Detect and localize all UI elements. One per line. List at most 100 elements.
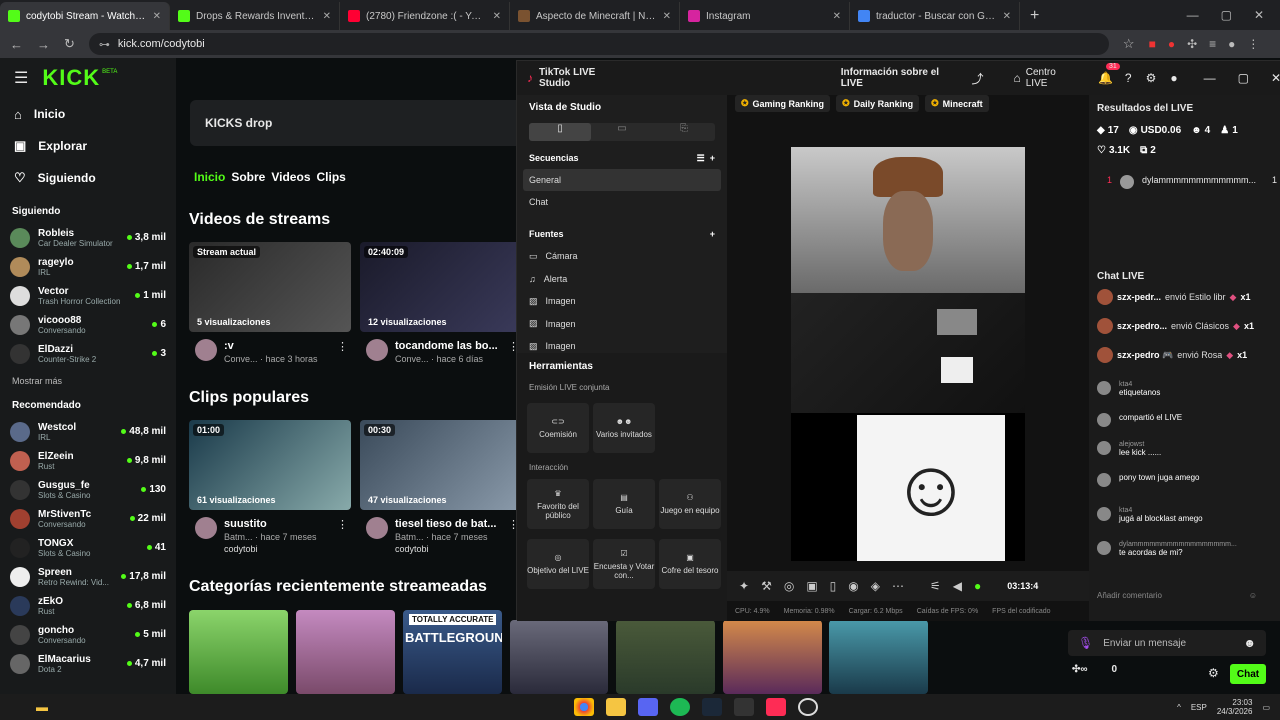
video-title[interactable]: tiesel tieso de bat... (395, 518, 496, 530)
more-icon[interactable]: ⋮ (337, 340, 348, 353)
category-card[interactable] (510, 620, 608, 694)
share-icon[interactable]: ⤴ (971, 70, 983, 87)
sequence-item[interactable]: General (523, 169, 721, 191)
nav-item[interactable]: ⌂ Inicio (0, 98, 176, 130)
video-title[interactable]: suustito (224, 518, 267, 530)
channel-item[interactable]: ElZeein Rust 9,8 mil (0, 446, 176, 475)
tool-button[interactable]: ♛ Favorito del público (527, 479, 589, 529)
extension-icon[interactable]: ■ (1149, 37, 1156, 51)
record-icon[interactable]: ◉ (848, 579, 858, 593)
video-title[interactable]: tocandome las bo... (395, 340, 498, 352)
source-item[interactable]: ▭ Cámara (517, 245, 727, 268)
steam-icon[interactable] (702, 698, 722, 716)
dual-toggle[interactable]: ⎘ (653, 123, 715, 141)
kick-chat-input[interactable]: 🎙 Enviar un mensaje ☻ (1068, 630, 1266, 656)
category-card[interactable] (616, 620, 715, 694)
category-card[interactable] (723, 620, 822, 694)
channel-item[interactable]: ElDazzi Counter-Strike 2 3 (0, 339, 176, 368)
nav-item[interactable]: ♡ Siguiendo (0, 162, 176, 194)
explorer-icon[interactable] (606, 698, 626, 716)
live-info-link[interactable]: Información sobre el LIVE (841, 67, 964, 89)
tool-button[interactable]: ⊂⊃ Coemisión (527, 403, 589, 453)
tool-button[interactable]: ☑ Encuesta y Votar con... (593, 539, 655, 589)
reload-icon[interactable]: ↻ (64, 36, 75, 52)
tool-button[interactable]: ▣ Cofre del tesoro (659, 539, 721, 589)
close-icon[interactable]: ✕ (1254, 8, 1264, 22)
spotify-icon[interactable] (670, 698, 690, 716)
minimize-icon[interactable]: — (1204, 71, 1216, 85)
settings-icon[interactable]: ⚙ (1146, 71, 1157, 85)
video-title[interactable]: :v (224, 340, 234, 352)
ranking-chip[interactable]: ✪ Gaming Ranking (735, 95, 831, 112)
video-thumbnail[interactable]: 00:30 47 visualizaciones (360, 420, 522, 510)
back-icon[interactable]: ← (10, 37, 23, 52)
discord-icon[interactable] (638, 698, 658, 716)
chat-comment[interactable]: kta4 jugá al blocklast amego (1097, 507, 1277, 523)
obs-icon[interactable] (798, 698, 818, 716)
tool-button[interactable]: ▤ Guía (593, 479, 655, 529)
tool-button[interactable]: ◎ Objetivo del LIVE (527, 539, 589, 589)
emoji-icon[interactable]: ☻ (1243, 636, 1256, 650)
filter-icon[interactable]: ◎ (784, 579, 794, 593)
channel-item[interactable]: MrStivenTc Conversando 22 mil (0, 504, 176, 533)
more-icon[interactable]: ⋯ (892, 579, 904, 593)
tab-close-icon[interactable]: ✕ (1003, 11, 1011, 22)
ranking-chip[interactable]: ✪ Daily Ranking (836, 95, 920, 112)
magic-icon[interactable]: ✦ (739, 579, 749, 593)
portrait-toggle[interactable]: ▯ (529, 123, 591, 141)
category-card[interactable] (829, 620, 928, 694)
mic-icon[interactable]: 🎙 (1078, 636, 1093, 650)
studio-view-dropdown[interactable]: Vista de Studio (517, 95, 727, 119)
game-icon[interactable] (734, 698, 754, 716)
sequence-item[interactable]: Chat (517, 191, 727, 213)
mixer-icon[interactable]: ⚟ (930, 579, 941, 593)
more-icon[interactable]: ⋮ (1247, 37, 1259, 51)
channel-item[interactable]: Robleis Car Dealer Simulator 3,8 mil (0, 223, 176, 252)
channel-tab[interactable]: Sobre (231, 170, 265, 184)
video-thumbnail[interactable]: Stream actual 5 visualizaciones (189, 242, 351, 332)
tray-arrow-icon[interactable]: ^ (1177, 703, 1181, 712)
channel-tab[interactable]: Videos (271, 170, 310, 184)
tab-close-icon[interactable]: ✕ (493, 11, 501, 22)
channel-item[interactable]: Gusgus_fe Slots & Casino 130 (0, 475, 176, 504)
chat-send-button[interactable]: Chat (1230, 664, 1266, 684)
more-icon[interactable]: ⋮ (337, 518, 348, 531)
video-author[interactable]: codytobi (395, 544, 429, 554)
top-viewer-row[interactable]: 1 dylammmmmmmmmmmm... 1 (1107, 175, 1277, 189)
language-indicator[interactable]: ESP (1191, 703, 1207, 712)
mic-icon[interactable]: ● (974, 579, 981, 593)
close-icon[interactable]: ✕ (1271, 71, 1280, 85)
chat-comment[interactable]: kta4 etiquetanos (1097, 381, 1277, 397)
help-icon[interactable]: ? (1125, 71, 1132, 85)
landscape-toggle[interactable]: ▭ (591, 123, 653, 141)
kick-logo[interactable]: KICK (42, 65, 100, 91)
video-author[interactable]: codytobi (224, 544, 258, 554)
source-item[interactable]: ▨ Imagen (517, 290, 727, 313)
channel-item[interactable]: ElMacarius Dota 2 4,7 mil (0, 649, 176, 678)
browser-tab[interactable]: traductor - Buscar con Google ✕ (850, 2, 1020, 30)
folder-icon[interactable]: ▬ (36, 700, 48, 714)
menu-icon[interactable]: ≡ (1209, 37, 1216, 51)
puzzle-icon[interactable]: ✣ (1187, 37, 1197, 51)
tool-button[interactable]: ⚇ Juego en equipo (659, 479, 721, 529)
channel-item[interactable]: TONGX Slots & Casino 41 (0, 533, 176, 562)
home-icon[interactable]: ⌂ (1013, 71, 1020, 85)
tab-close-icon[interactable]: ✕ (833, 11, 841, 22)
maximize-icon[interactable]: ▢ (1221, 8, 1232, 22)
channel-item[interactable]: goncho Conversando 5 mil (0, 620, 176, 649)
channel-tab[interactable]: Clips (317, 170, 346, 184)
source-item[interactable]: ♫ Alerta (517, 268, 727, 291)
preview-canvas[interactable]: ☺ (791, 147, 1025, 561)
category-card[interactable] (296, 610, 395, 694)
bell-icon[interactable]: 🔔 31 (1098, 63, 1120, 85)
browser-tab[interactable]: Instagram ✕ (680, 2, 850, 30)
url-field[interactable]: ⊶ kick.com/codytobi (88, 33, 1109, 55)
channel-item[interactable]: zEkO Rust 6,8 mil (0, 591, 176, 620)
show-more-link[interactable]: Mostrar más (0, 368, 176, 394)
channel-item[interactable]: Vector Trash Horror Collection 1 mil (0, 281, 176, 310)
tab-close-icon[interactable]: ✕ (663, 11, 671, 22)
drops-banner[interactable]: KICKS drop (190, 100, 530, 146)
category-card[interactable] (189, 610, 288, 694)
profile-avatar[interactable]: ● (1228, 37, 1235, 51)
effects-icon[interactable]: ⚒ (761, 579, 772, 593)
